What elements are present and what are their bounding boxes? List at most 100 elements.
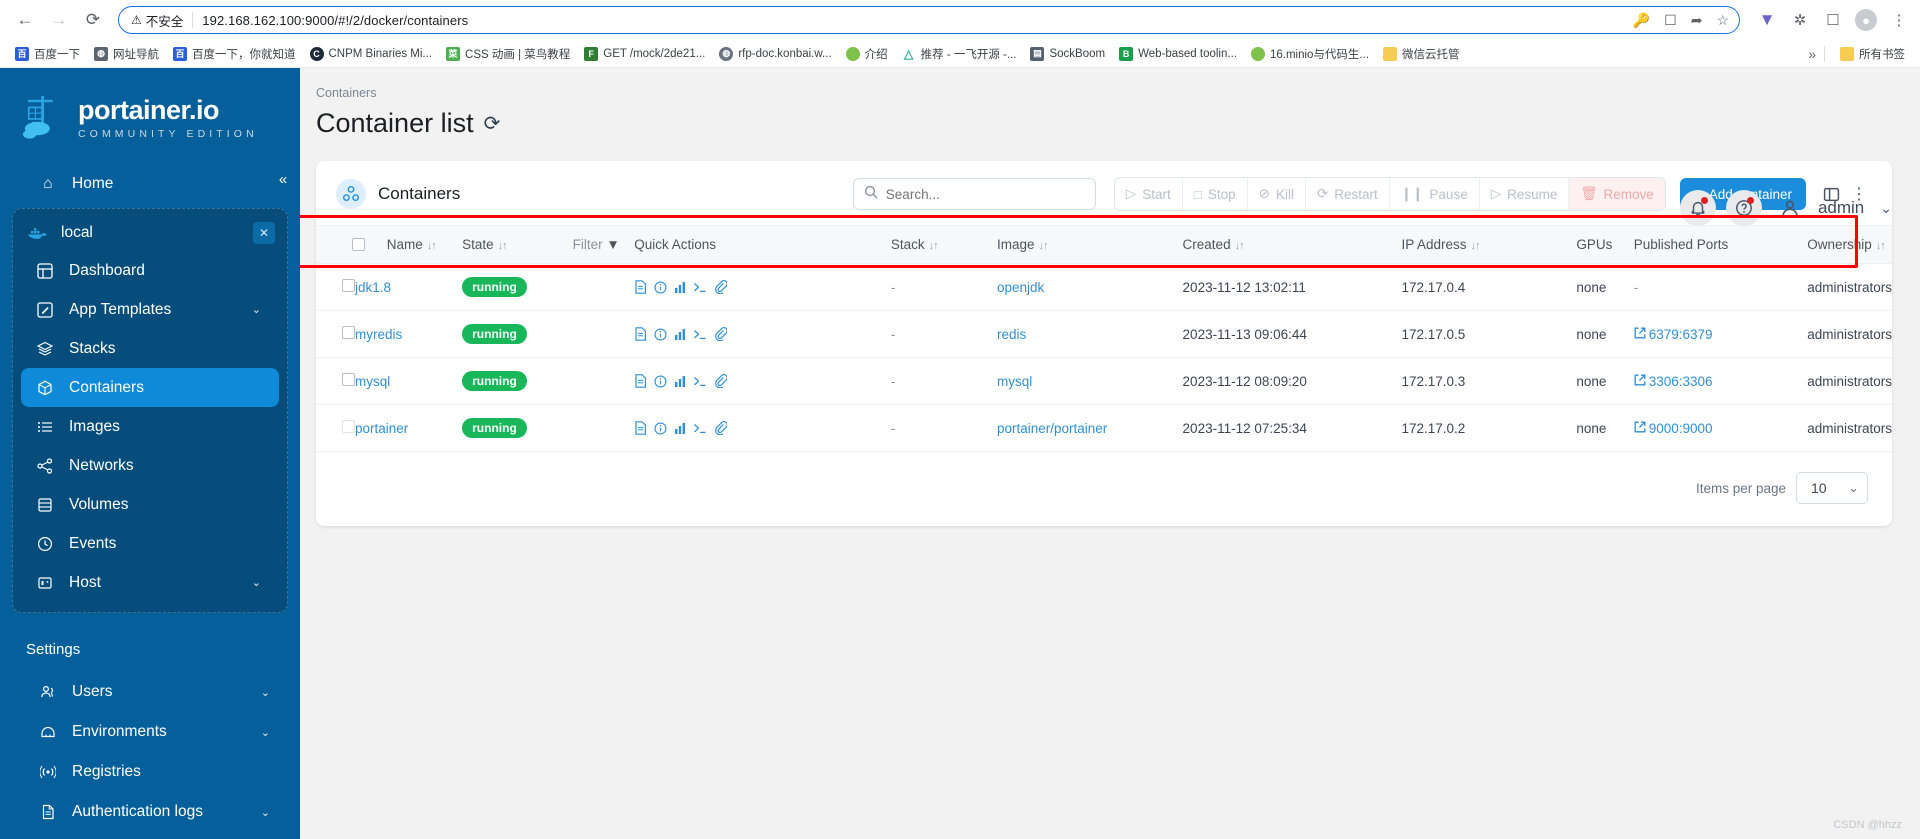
bookmark-item[interactable]: 百百度一下 bbox=[8, 44, 87, 64]
column-header-ownership[interactable]: Ownership ↓↑ bbox=[1807, 225, 1892, 264]
chevron-down-icon[interactable]: ⌄ bbox=[261, 726, 270, 739]
cell-image[interactable]: redis bbox=[996, 310, 1183, 358]
sort-icon[interactable]: ↓↑ bbox=[1039, 240, 1049, 252]
console-icon[interactable] bbox=[693, 375, 707, 388]
bookmark-item[interactable]: 16.minio与代码生... bbox=[1244, 44, 1376, 64]
cell-name[interactable]: portainer bbox=[355, 404, 463, 452]
all-bookmarks-button[interactable]: 所有书签 bbox=[1833, 44, 1912, 64]
close-icon[interactable]: ✕ bbox=[253, 222, 275, 244]
cell-name[interactable]: jdk1.8 bbox=[355, 263, 463, 311]
bookmark-item[interactable]: 百百度一下，你就知道 bbox=[166, 44, 303, 64]
sort-icon[interactable]: ↓↑ bbox=[1876, 240, 1886, 252]
sidebar-item-home[interactable]: ⌂ Home bbox=[12, 174, 288, 194]
sort-icon[interactable]: ↓↑ bbox=[498, 240, 508, 252]
published-port-link[interactable]: 3306:3306 bbox=[1634, 374, 1713, 389]
row-checkbox-cell[interactable] bbox=[316, 310, 355, 358]
column-header-stack[interactable]: Stack ↓↑ bbox=[890, 225, 997, 264]
vimium-icon[interactable]: ▼ bbox=[1756, 9, 1778, 31]
star-icon[interactable]: ☆ bbox=[1716, 12, 1729, 29]
sort-icon[interactable]: ↓↑ bbox=[929, 240, 939, 252]
sort-icon[interactable]: ↓↑ bbox=[1471, 240, 1481, 252]
help-circle-icon[interactable] bbox=[1725, 190, 1762, 226]
reload-icon[interactable]: ⟳ bbox=[78, 5, 108, 35]
column-header-name[interactable]: Name ↓↑ bbox=[316, 225, 463, 264]
sidepanel-icon[interactable]: ☐ bbox=[1822, 9, 1844, 31]
sidebar-item-volumes[interactable]: Volumes bbox=[21, 485, 279, 524]
cell-image[interactable]: openjdk bbox=[996, 263, 1183, 311]
forward-arrow-icon[interactable]: → bbox=[44, 5, 74, 35]
published-port-link[interactable]: 6379:6379 bbox=[1634, 327, 1713, 342]
console-icon[interactable] bbox=[693, 328, 707, 341]
chevron-down-icon[interactable]: ⌄ bbox=[252, 303, 261, 316]
sidebar-item-networks[interactable]: Networks bbox=[21, 446, 279, 485]
row-checkbox-cell[interactable] bbox=[316, 404, 355, 452]
bell-icon[interactable] bbox=[1679, 190, 1716, 226]
cell-name[interactable]: myredis bbox=[355, 310, 463, 358]
brand-logo[interactable]: portainer.io COMMUNITY EDITION bbox=[0, 68, 300, 160]
image-link[interactable]: redis bbox=[997, 327, 1026, 342]
column-header-created[interactable]: Created ↓↑ bbox=[1182, 225, 1402, 264]
attach-icon[interactable] bbox=[714, 280, 728, 294]
user-name[interactable]: admin bbox=[1818, 198, 1864, 218]
column-header-filter[interactable]: Filter ▼ bbox=[572, 225, 635, 264]
omnibox[interactable]: ⚠ 不安全 192.168.162.100:9000/#!/2/docker/c… bbox=[118, 6, 1740, 34]
row-checkbox-cell[interactable] bbox=[316, 263, 355, 311]
sidebar-item-dashboard[interactable]: Dashboard bbox=[21, 251, 279, 290]
image-link[interactable]: portainer/portainer bbox=[997, 421, 1107, 436]
search-input[interactable] bbox=[885, 186, 1085, 202]
sidebar-item-containers[interactable]: Containers bbox=[21, 368, 279, 407]
bookmark-item[interactable]: △ 推荐 - 一飞开源 -... bbox=[895, 44, 1024, 64]
row-checkbox[interactable] bbox=[342, 326, 355, 339]
container-name-link[interactable]: jdk1.8 bbox=[355, 280, 391, 295]
share-icon[interactable]: ➦ bbox=[1691, 12, 1703, 29]
chevron-down-icon[interactable]: ⌄ bbox=[252, 576, 261, 589]
stats-chart-icon[interactable] bbox=[674, 328, 686, 341]
key-icon[interactable]: 🔑 bbox=[1633, 12, 1650, 29]
items-per-page-select[interactable]: 10 ⌄ bbox=[1796, 472, 1868, 504]
container-name-link[interactable]: mysql bbox=[355, 374, 390, 389]
stop-button[interactable]: □ Stop bbox=[1182, 178, 1248, 210]
console-icon[interactable] bbox=[693, 281, 707, 294]
chevron-down-icon[interactable]: ⌄ bbox=[1880, 200, 1892, 217]
table-row[interactable]: mysql running - mysql 2023-11-12 08:09:2… bbox=[316, 357, 1892, 405]
back-arrow-icon[interactable]: ← bbox=[10, 5, 40, 35]
chevron-down-icon[interactable]: ⌄ bbox=[261, 806, 270, 819]
row-checkbox[interactable] bbox=[342, 373, 355, 386]
sidebar-item-environments[interactable]: Environments ⌄ bbox=[12, 712, 288, 752]
chevron-down-icon[interactable]: ⌄ bbox=[261, 686, 270, 699]
row-checkbox-cell[interactable] bbox=[316, 357, 355, 405]
menu-icon[interactable]: ⋮ bbox=[1888, 9, 1910, 31]
stats-chart-icon[interactable] bbox=[674, 375, 686, 388]
select-all-checkbox[interactable] bbox=[352, 238, 365, 251]
inspect-info-icon[interactable] bbox=[654, 327, 667, 341]
attach-icon[interactable] bbox=[714, 327, 728, 341]
cell-image[interactable]: portainer/portainer bbox=[996, 404, 1183, 452]
environment-selector[interactable]: local ✕ bbox=[13, 215, 287, 251]
sort-icon[interactable]: ↓↑ bbox=[1235, 240, 1245, 252]
cell-published-ports[interactable]: 6379:6379 bbox=[1633, 310, 1808, 358]
table-row[interactable]: jdk1.8 running - openjdk 2023-11-12 13:0… bbox=[316, 263, 1892, 311]
logs-icon[interactable] bbox=[634, 421, 647, 435]
row-checkbox[interactable] bbox=[342, 420, 355, 433]
bookmark-item[interactable]: 微信云托管 bbox=[1376, 44, 1467, 64]
cell-published-ports[interactable]: 9000:9000 bbox=[1633, 404, 1808, 452]
start-button[interactable]: ▷ Start bbox=[1114, 178, 1183, 210]
search-box[interactable] bbox=[852, 178, 1096, 210]
image-link[interactable]: openjdk bbox=[997, 280, 1044, 295]
column-header-ip-address[interactable]: IP Address ↓↑ bbox=[1401, 225, 1577, 264]
sidebar-item-authentication-logs[interactable]: Authentication logs ⌄ bbox=[12, 792, 288, 832]
security-warning[interactable]: ⚠ 不安全 bbox=[131, 11, 183, 30]
row-checkbox[interactable] bbox=[342, 279, 355, 292]
bookmark-item[interactable]: 菜 CSS 动画 | 菜鸟教程 bbox=[439, 44, 577, 64]
remove-button[interactable]: 🗑 Remove bbox=[1569, 178, 1665, 210]
bookmark-item[interactable]: F GET /mock/2de21... bbox=[577, 45, 712, 63]
container-name-link[interactable]: myredis bbox=[355, 327, 402, 342]
bookmarks-overflow-button[interactable]: » bbox=[1808, 46, 1816, 62]
double-chevron-left-icon[interactable]: « bbox=[266, 164, 300, 194]
sidebar-item-registries[interactable]: Registries bbox=[12, 752, 288, 792]
sidebar-item-stacks[interactable]: Stacks bbox=[21, 329, 279, 368]
bookmark-item[interactable]: 介绍 bbox=[839, 44, 895, 64]
sidebar-item-users[interactable]: Users ⌄ bbox=[12, 672, 288, 712]
refresh-icon[interactable]: ⟳ bbox=[484, 111, 501, 136]
published-port-link[interactable]: 9000:9000 bbox=[1634, 421, 1713, 436]
